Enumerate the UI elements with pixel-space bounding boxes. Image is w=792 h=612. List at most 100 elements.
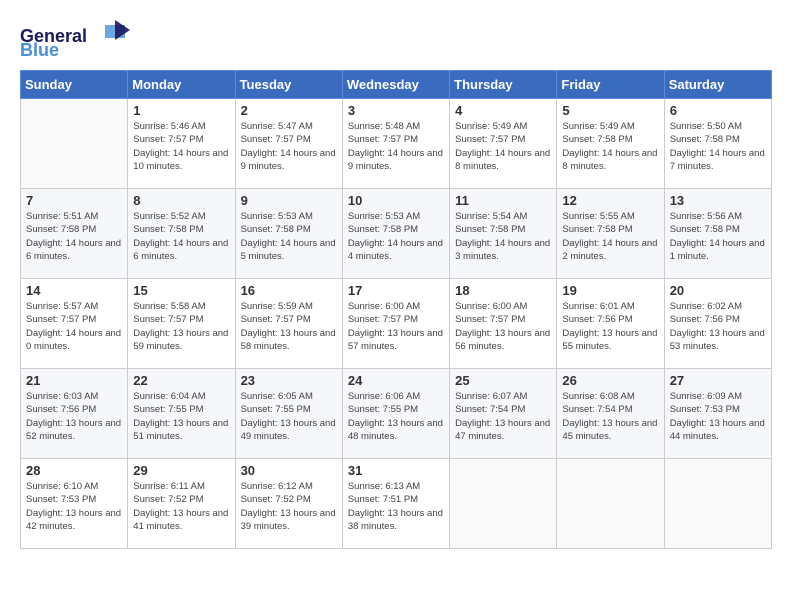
calendar-cell: 12 Sunrise: 5:55 AMSunset: 7:58 PMDayligh… <box>557 189 664 279</box>
calendar-cell: 26 Sunrise: 6:08 AMSunset: 7:54 PMDayligh… <box>557 369 664 459</box>
day-number: 13 <box>670 193 766 208</box>
calendar-cell: 6Sunrise: 5:50 AMSunset: 7:58 PMDaylight… <box>664 99 771 189</box>
cell-info: Sunrise: 5:55 AMSunset: 7:58 PMDaylight:… <box>562 210 658 263</box>
calendar-table: SundayMondayTuesdayWednesdayThursdayFrid… <box>20 70 772 549</box>
calendar-cell: 28 Sunrise: 6:10 AMSunset: 7:53 PMDayligh… <box>21 459 128 549</box>
calendar-cell: 11 Sunrise: 5:54 AMSunset: 7:58 PMDayligh… <box>450 189 557 279</box>
weekday-header-sunday: Sunday <box>21 71 128 99</box>
cell-info: Sunrise: 5:58 AMSunset: 7:57 PMDaylight:… <box>133 300 229 353</box>
day-number: 1 <box>133 103 229 118</box>
cell-info: Sunrise: 6:08 AMSunset: 7:54 PMDaylight:… <box>562 390 658 443</box>
day-number: 3 <box>348 103 444 118</box>
calendar-week-2: 7 Sunrise: 5:51 AMSunset: 7:58 PMDaylight… <box>21 189 772 279</box>
cell-info: Sunrise: 5:59 AMSunset: 7:57 PMDaylight:… <box>241 300 337 353</box>
weekday-header-monday: Monday <box>128 71 235 99</box>
calendar-cell: 10 Sunrise: 5:53 AMSunset: 7:58 PMDayligh… <box>342 189 449 279</box>
day-number: 7 <box>26 193 122 208</box>
logo-svg: General Blue <box>20 20 130 60</box>
cell-info: Sunrise: 5:52 AMSunset: 7:58 PMDaylight:… <box>133 210 229 263</box>
day-number: 31 <box>348 463 444 478</box>
calendar-cell: 17 Sunrise: 6:00 AMSunset: 7:57 PMDayligh… <box>342 279 449 369</box>
calendar-cell: 22 Sunrise: 6:04 AMSunset: 7:55 PMDayligh… <box>128 369 235 459</box>
calendar-week-5: 28 Sunrise: 6:10 AMSunset: 7:53 PMDayligh… <box>21 459 772 549</box>
cell-info: Sunrise: 5:47 AMSunset: 7:57 PMDaylight:… <box>241 120 337 173</box>
calendar-cell <box>557 459 664 549</box>
day-number: 15 <box>133 283 229 298</box>
day-number: 17 <box>348 283 444 298</box>
calendar-cell: 31 Sunrise: 6:13 AMSunset: 7:51 PMDayligh… <box>342 459 449 549</box>
day-number: 12 <box>562 193 658 208</box>
day-number: 20 <box>670 283 766 298</box>
day-number: 19 <box>562 283 658 298</box>
weekday-header-wednesday: Wednesday <box>342 71 449 99</box>
day-number: 27 <box>670 373 766 388</box>
calendar-cell: 19Sunrise: 6:01 AMSunset: 7:56 PMDayligh… <box>557 279 664 369</box>
cell-info: Sunrise: 5:49 AMSunset: 7:58 PMDaylight:… <box>562 120 658 173</box>
day-number: 29 <box>133 463 229 478</box>
calendar-cell: 16 Sunrise: 5:59 AMSunset: 7:57 PMDayligh… <box>235 279 342 369</box>
cell-info: Sunrise: 5:57 AMSunset: 7:57 PMDaylight:… <box>26 300 122 353</box>
day-number: 2 <box>241 103 337 118</box>
calendar-cell: 21 Sunrise: 6:03 AMSunset: 7:56 PMDayligh… <box>21 369 128 459</box>
calendar-cell: 23 Sunrise: 6:05 AMSunset: 7:55 PMDayligh… <box>235 369 342 459</box>
calendar-cell: 2 Sunrise: 5:47 AMSunset: 7:57 PMDaylight… <box>235 99 342 189</box>
calendar-cell <box>450 459 557 549</box>
day-number: 24 <box>348 373 444 388</box>
cell-info: Sunrise: 6:06 AMSunset: 7:55 PMDaylight:… <box>348 390 444 443</box>
cell-info: Sunrise: 6:05 AMSunset: 7:55 PMDaylight:… <box>241 390 337 443</box>
calendar-cell: 7 Sunrise: 5:51 AMSunset: 7:58 PMDaylight… <box>21 189 128 279</box>
svg-text:Blue: Blue <box>20 40 59 60</box>
day-number: 25 <box>455 373 551 388</box>
calendar-cell: 25Sunrise: 6:07 AMSunset: 7:54 PMDayligh… <box>450 369 557 459</box>
calendar-cell: 29 Sunrise: 6:11 AMSunset: 7:52 PMDayligh… <box>128 459 235 549</box>
day-number: 6 <box>670 103 766 118</box>
calendar-cell: 9Sunrise: 5:53 AMSunset: 7:58 PMDaylight… <box>235 189 342 279</box>
cell-info: Sunrise: 6:00 AMSunset: 7:57 PMDaylight:… <box>455 300 551 353</box>
cell-info: Sunrise: 5:53 AMSunset: 7:58 PMDaylight:… <box>348 210 444 263</box>
day-number: 11 <box>455 193 551 208</box>
calendar-cell: 13 Sunrise: 5:56 AMSunset: 7:58 PMDayligh… <box>664 189 771 279</box>
weekday-header-tuesday: Tuesday <box>235 71 342 99</box>
calendar-cell <box>664 459 771 549</box>
cell-info: Sunrise: 6:04 AMSunset: 7:55 PMDaylight:… <box>133 390 229 443</box>
day-number: 22 <box>133 373 229 388</box>
day-number: 16 <box>241 283 337 298</box>
calendar-cell: 1Sunrise: 5:46 AMSunset: 7:57 PMDaylight… <box>128 99 235 189</box>
weekday-header-saturday: Saturday <box>664 71 771 99</box>
cell-info: Sunrise: 5:54 AMSunset: 7:58 PMDaylight:… <box>455 210 551 263</box>
cell-info: Sunrise: 6:00 AMSunset: 7:57 PMDaylight:… <box>348 300 444 353</box>
cell-info: Sunrise: 6:10 AMSunset: 7:53 PMDaylight:… <box>26 480 122 533</box>
day-number: 23 <box>241 373 337 388</box>
calendar-cell: 4Sunrise: 5:49 AMSunset: 7:57 PMDaylight… <box>450 99 557 189</box>
weekday-header-row: SundayMondayTuesdayWednesdayThursdayFrid… <box>21 71 772 99</box>
day-number: 21 <box>26 373 122 388</box>
calendar-cell: 8Sunrise: 5:52 AMSunset: 7:58 PMDaylight… <box>128 189 235 279</box>
calendar-cell: 15 Sunrise: 5:58 AMSunset: 7:57 PMDayligh… <box>128 279 235 369</box>
calendar-cell: 20Sunrise: 6:02 AMSunset: 7:56 PMDayligh… <box>664 279 771 369</box>
calendar-cell: 18Sunrise: 6:00 AMSunset: 7:57 PMDayligh… <box>450 279 557 369</box>
day-number: 10 <box>348 193 444 208</box>
cell-info: Sunrise: 5:56 AMSunset: 7:58 PMDaylight:… <box>670 210 766 263</box>
cell-info: Sunrise: 6:11 AMSunset: 7:52 PMDaylight:… <box>133 480 229 533</box>
calendar-cell: 5 Sunrise: 5:49 AMSunset: 7:58 PMDaylight… <box>557 99 664 189</box>
calendar-cell <box>21 99 128 189</box>
calendar-cell: 14 Sunrise: 5:57 AMSunset: 7:57 PMDayligh… <box>21 279 128 369</box>
cell-info: Sunrise: 5:53 AMSunset: 7:58 PMDaylight:… <box>241 210 337 263</box>
day-number: 14 <box>26 283 122 298</box>
calendar-week-1: 1Sunrise: 5:46 AMSunset: 7:57 PMDaylight… <box>21 99 772 189</box>
cell-info: Sunrise: 6:09 AMSunset: 7:53 PMDaylight:… <box>670 390 766 443</box>
cell-info: Sunrise: 6:12 AMSunset: 7:52 PMDaylight:… <box>241 480 337 533</box>
calendar-cell: 3 Sunrise: 5:48 AMSunset: 7:57 PMDaylight… <box>342 99 449 189</box>
calendar-week-3: 14 Sunrise: 5:57 AMSunset: 7:57 PMDayligh… <box>21 279 772 369</box>
day-number: 28 <box>26 463 122 478</box>
calendar-cell: 30 Sunrise: 6:12 AMSunset: 7:52 PMDayligh… <box>235 459 342 549</box>
cell-info: Sunrise: 6:13 AMSunset: 7:51 PMDaylight:… <box>348 480 444 533</box>
page-header: General Blue <box>20 20 772 60</box>
cell-info: Sunrise: 5:51 AMSunset: 7:58 PMDaylight:… <box>26 210 122 263</box>
day-number: 26 <box>562 373 658 388</box>
cell-info: Sunrise: 5:48 AMSunset: 7:57 PMDaylight:… <box>348 120 444 173</box>
cell-info: Sunrise: 6:03 AMSunset: 7:56 PMDaylight:… <box>26 390 122 443</box>
day-number: 5 <box>562 103 658 118</box>
day-number: 30 <box>241 463 337 478</box>
calendar-cell: 27 Sunrise: 6:09 AMSunset: 7:53 PMDayligh… <box>664 369 771 459</box>
